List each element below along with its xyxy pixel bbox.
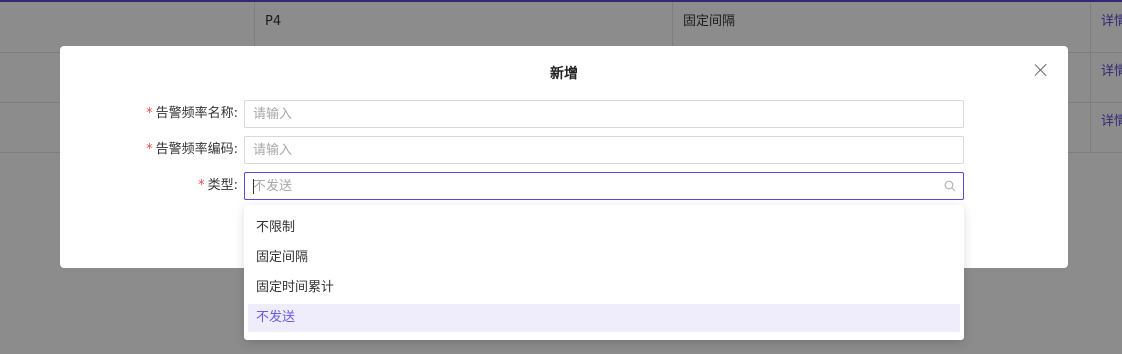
form-row-name: * 告警频率名称: xyxy=(60,100,1068,128)
dropdown-option-selected[interactable]: 不发送 xyxy=(248,304,960,332)
form-row-type: * 类型: xyxy=(60,172,1068,200)
field-label: * 告警频率编码: xyxy=(146,136,238,164)
field-label-text: 类型: xyxy=(207,178,238,193)
text-caret xyxy=(253,179,254,194)
dropdown-option[interactable]: 固定间隔 xyxy=(248,244,960,272)
close-icon[interactable] xyxy=(1034,63,1048,77)
type-dropdown: 不限制 固定间隔 固定时间累计 不发送 xyxy=(244,205,964,340)
required-mark: * xyxy=(146,106,153,121)
form-row-code: * 告警频率编码: xyxy=(60,136,1068,164)
required-mark: * xyxy=(146,142,153,157)
required-mark: * xyxy=(198,178,205,193)
field-label: * 类型: xyxy=(198,172,238,200)
field-label: * 告警频率名称: xyxy=(146,100,238,128)
alarm-frequency-name-input[interactable] xyxy=(244,100,964,128)
field-label-text: 告警频率名称: xyxy=(155,106,238,121)
field-label-text: 告警频率编码: xyxy=(155,142,238,157)
dropdown-option[interactable]: 固定时间累计 xyxy=(248,274,960,302)
alarm-frequency-code-input[interactable] xyxy=(244,136,964,164)
type-select-input[interactable] xyxy=(244,172,964,200)
search-icon xyxy=(944,180,956,192)
dropdown-option[interactable]: 不限制 xyxy=(248,214,960,242)
modal-title: 新增 xyxy=(550,66,578,82)
